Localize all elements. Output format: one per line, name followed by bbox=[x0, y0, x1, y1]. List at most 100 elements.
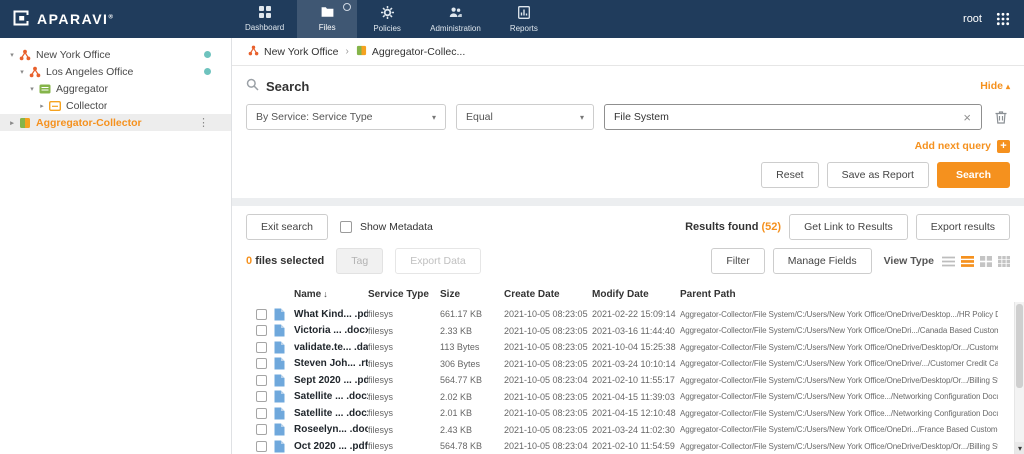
filter-button[interactable]: Filter bbox=[711, 248, 765, 274]
user-name[interactable]: root bbox=[963, 13, 982, 25]
chevron-down-icon[interactable]: ▾ bbox=[16, 68, 28, 76]
file-parent-path: Aggregator-Collector/File System/C:/User… bbox=[680, 309, 998, 319]
query-field-select[interactable]: By Service: Service Type ▾ bbox=[246, 104, 446, 130]
show-metadata-checkbox[interactable] bbox=[339, 221, 352, 233]
file-icon bbox=[274, 341, 294, 354]
row-checkbox[interactable] bbox=[256, 308, 267, 320]
tab-reports[interactable]: Reports bbox=[494, 0, 554, 38]
file-parent-path: Aggregator-Collector/File System/C:/User… bbox=[680, 441, 998, 451]
column-header-modify-date[interactable]: Modify Date bbox=[592, 289, 680, 300]
scroll-down-button[interactable]: ▾ bbox=[1015, 442, 1024, 454]
site-icon bbox=[29, 66, 41, 78]
search-panel: Search Hide ▴ By Service: Service Type ▾ E… bbox=[232, 66, 1024, 198]
file-create-date: 2021-10-05 08:23:05 bbox=[504, 391, 588, 402]
row-checkbox[interactable] bbox=[256, 407, 267, 419]
table-view-icon[interactable] bbox=[961, 255, 974, 267]
query-value-input[interactable] bbox=[614, 111, 963, 123]
file-name[interactable]: Victoria ... .docx bbox=[294, 325, 368, 336]
tree-item-new-york-office[interactable]: ▾ New York Office bbox=[0, 46, 231, 63]
get-link-to-results-button[interactable]: Get Link to Results bbox=[789, 214, 908, 240]
clear-input-icon[interactable]: × bbox=[962, 111, 972, 124]
hide-search-link[interactable]: Hide ▴ bbox=[980, 80, 1010, 92]
table-row[interactable]: Satellite ... .docx filesys 2.02 KB 2021… bbox=[256, 389, 998, 406]
file-name[interactable]: Satellite ... .docx bbox=[294, 408, 368, 419]
status-dot bbox=[204, 68, 211, 75]
table-row[interactable]: Victoria ... .docx filesys 2.33 KB 2021-… bbox=[256, 323, 998, 340]
tree-item-los-angeles-office[interactable]: ▾ Los Angeles Office bbox=[0, 63, 231, 80]
file-icon bbox=[274, 440, 294, 453]
chevron-right-icon[interactable]: ▸ bbox=[36, 102, 48, 110]
column-header-name[interactable]: Name ↓ bbox=[294, 289, 368, 300]
row-checkbox[interactable] bbox=[256, 391, 267, 403]
tab-files[interactable]: Files bbox=[297, 0, 358, 38]
column-header-create-date[interactable]: Create Date bbox=[504, 289, 592, 300]
table-scrollbar[interactable]: ▾ bbox=[1014, 302, 1024, 454]
file-name[interactable]: Steven Joh... .rtf bbox=[294, 358, 368, 369]
row-checkbox[interactable] bbox=[256, 341, 267, 353]
list-view-icon[interactable] bbox=[942, 256, 955, 267]
file-name[interactable]: validate.te... .dat bbox=[294, 342, 368, 353]
file-name[interactable]: Roseelyn... .docx bbox=[294, 424, 368, 435]
exit-search-button[interactable]: Exit search bbox=[246, 214, 328, 240]
column-header-size[interactable]: Size bbox=[440, 289, 504, 300]
delete-query-button[interactable] bbox=[992, 108, 1010, 127]
table-row[interactable]: Sept 2020 ... .pdf filesys 564.77 KB 202… bbox=[256, 372, 998, 389]
file-service-type: filesys bbox=[368, 424, 394, 435]
chevron-down-icon[interactable]: ▾ bbox=[26, 85, 38, 93]
column-header-parent-path[interactable]: Parent Path bbox=[680, 289, 998, 300]
table-row[interactable]: Steven Joh... .rtf filesys 306 Bytes 202… bbox=[256, 356, 998, 373]
export-results-button[interactable]: Export results bbox=[915, 214, 1010, 240]
tree-item-aggregator-collector[interactable]: ▸ Aggregator-Collector ⋮ bbox=[0, 114, 231, 131]
row-checkbox[interactable] bbox=[256, 424, 267, 436]
file-name[interactable]: What Kind... .pdf bbox=[294, 309, 368, 320]
tiles-view-icon[interactable] bbox=[998, 255, 1010, 267]
collector-icon bbox=[49, 100, 61, 112]
tag-button[interactable]: Tag bbox=[336, 248, 384, 274]
site-icon bbox=[248, 45, 259, 59]
tree-item-collector[interactable]: ▸ Collector bbox=[0, 97, 231, 114]
chevron-right-icon[interactable]: ▸ bbox=[6, 119, 18, 127]
row-checkbox[interactable] bbox=[256, 440, 267, 452]
tree-item-aggregator[interactable]: ▾ Aggregator bbox=[0, 80, 231, 97]
save-as-report-button[interactable]: Save as Report bbox=[826, 162, 929, 188]
kebab-menu-icon[interactable]: ⋮ bbox=[198, 116, 209, 129]
aparavi-logo[interactable]: APARAVI® bbox=[0, 0, 232, 38]
table-row[interactable]: Roseelyn... .docx filesys 2.43 KB 2021-1… bbox=[256, 422, 998, 439]
row-checkbox[interactable] bbox=[256, 374, 267, 386]
export-data-button[interactable]: Export Data bbox=[395, 248, 481, 274]
files-selected-text: 0 files selected bbox=[246, 255, 325, 267]
file-name[interactable]: Satellite ... .docx bbox=[294, 391, 368, 402]
file-name[interactable]: Sept 2020 ... .pdf bbox=[294, 375, 368, 386]
table-row[interactable]: What Kind... .pdf filesys 661.17 KB 2021… bbox=[256, 306, 998, 323]
breadcrumb-item-node[interactable]: Aggregator-Collec... bbox=[356, 45, 465, 59]
scrollbar-thumb[interactable] bbox=[1016, 304, 1023, 388]
query-operator-select[interactable]: Equal ▾ bbox=[456, 104, 594, 130]
tab-dashboard[interactable]: Dashboard bbox=[232, 0, 297, 38]
apps-grid-icon[interactable] bbox=[996, 12, 1010, 26]
table-row[interactable]: Satellite ... .docx filesys 2.01 KB 2021… bbox=[256, 405, 998, 422]
table-row[interactable]: Oct 2020 ... .pdf filesys 564.78 KB 2021… bbox=[256, 438, 998, 454]
reset-button[interactable]: Reset bbox=[761, 162, 819, 188]
tab-administration[interactable]: Administration bbox=[417, 0, 494, 38]
file-create-date: 2021-10-05 08:23:05 bbox=[504, 358, 588, 369]
table-row[interactable]: validate.te... .dat filesys 113 Bytes 20… bbox=[256, 339, 998, 356]
row-checkbox[interactable] bbox=[256, 358, 267, 370]
query-row: By Service: Service Type▾ Equal▾ × bbox=[246, 104, 1010, 130]
policies-icon bbox=[380, 5, 394, 21]
breadcrumb-item-site[interactable]: New York Office bbox=[248, 45, 339, 59]
file-icon bbox=[274, 357, 294, 370]
file-service-type: filesys bbox=[368, 342, 394, 353]
tree-item-label: Aggregator-Collector bbox=[36, 116, 142, 129]
column-header-service-type[interactable]: Service Type bbox=[368, 289, 440, 300]
manage-fields-button[interactable]: Manage Fields bbox=[772, 248, 872, 274]
search-button[interactable]: Search bbox=[936, 162, 1010, 188]
file-name[interactable]: Oct 2020 ... .pdf bbox=[294, 441, 368, 452]
grid-view-icon[interactable] bbox=[980, 255, 992, 267]
add-next-query-link[interactable]: Add next query + bbox=[246, 138, 1010, 154]
tree-item-label: Los Angeles Office bbox=[46, 65, 134, 78]
row-checkbox[interactable] bbox=[256, 325, 267, 337]
file-size: 2.02 KB bbox=[440, 391, 473, 402]
chevron-down-icon[interactable]: ▾ bbox=[6, 51, 18, 59]
table-header: Name ↓ Service Type Size Create Date Modi… bbox=[256, 286, 998, 302]
tab-policies[interactable]: Policies bbox=[357, 0, 417, 38]
